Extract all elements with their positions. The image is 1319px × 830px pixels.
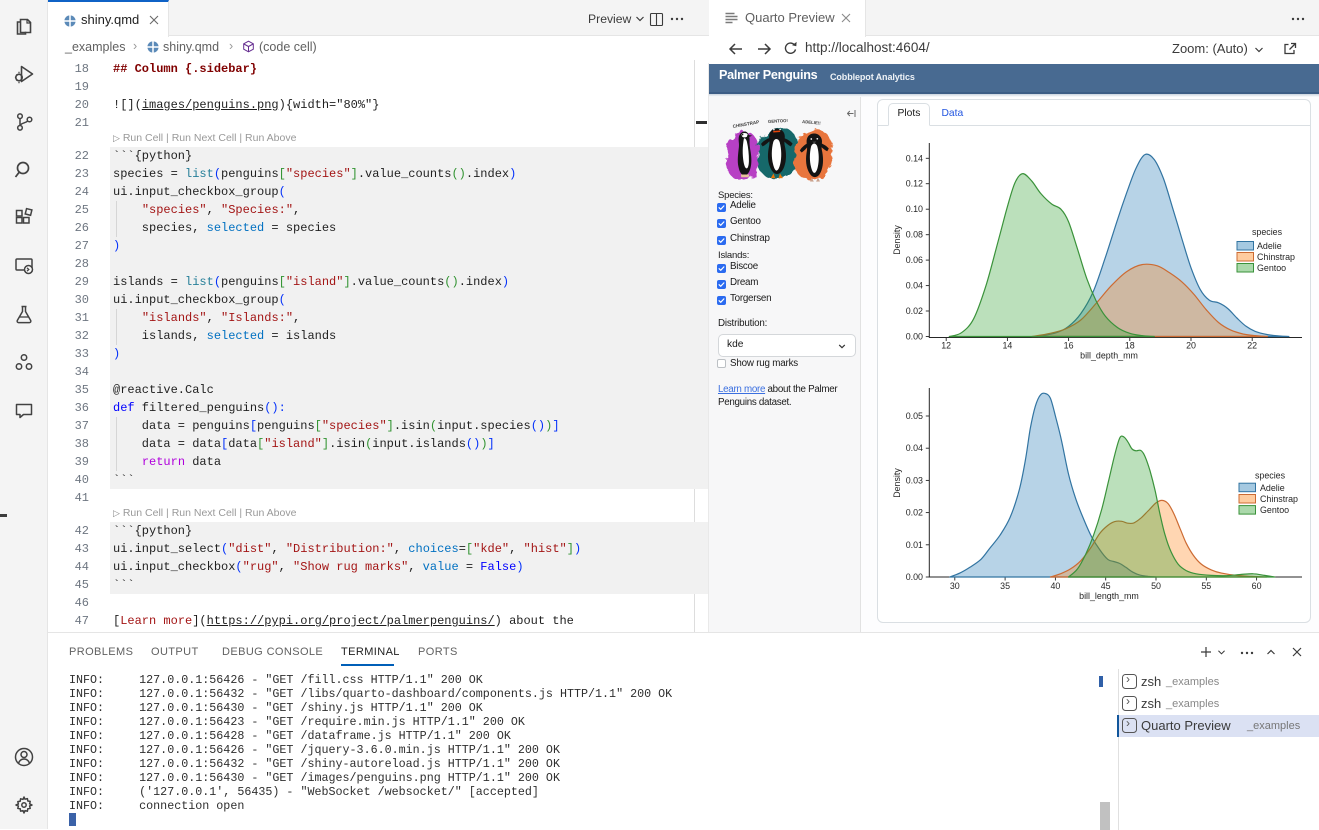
svg-text:35: 35 (1000, 581, 1010, 591)
svg-text:0.04: 0.04 (906, 443, 923, 453)
svg-text:0.05: 0.05 (906, 411, 923, 421)
svg-text:GENTOO!: GENTOO! (768, 118, 789, 124)
svg-text:30: 30 (950, 581, 960, 591)
svg-text:18: 18 (1125, 341, 1135, 351)
svg-text:Gentoo: Gentoo (1260, 505, 1289, 515)
svg-text:0.02: 0.02 (906, 508, 923, 518)
svg-text:0.00: 0.00 (906, 572, 923, 582)
svg-text:55: 55 (1201, 581, 1211, 591)
svg-text:Adelie: Adelie (1260, 483, 1285, 493)
svg-text:0.02: 0.02 (906, 306, 923, 316)
svg-text:0.03: 0.03 (906, 475, 923, 485)
svg-text:Density: Density (892, 468, 902, 498)
svg-text:60: 60 (1252, 581, 1262, 591)
svg-text:0.06: 0.06 (906, 255, 923, 265)
svg-text:bill_depth_mm: bill_depth_mm (1080, 351, 1138, 361)
svg-text:Chinstrap: Chinstrap (1257, 252, 1295, 262)
svg-text:ADELIE!!: ADELIE!! (802, 119, 822, 126)
svg-text:40: 40 (1050, 581, 1060, 591)
svg-text:14: 14 (1002, 341, 1012, 351)
svg-text:Adelie: Adelie (1257, 241, 1282, 251)
svg-text:0.14: 0.14 (906, 153, 923, 163)
svg-text:50: 50 (1151, 581, 1161, 591)
svg-text:bill_length_mm: bill_length_mm (1079, 591, 1139, 601)
svg-text:0.00: 0.00 (906, 332, 923, 342)
svg-text:20: 20 (1186, 341, 1196, 351)
svg-text:0.01: 0.01 (906, 540, 923, 550)
svg-text:species: species (1252, 227, 1283, 237)
svg-text:Density: Density (892, 225, 902, 255)
svg-text:0.12: 0.12 (906, 179, 923, 189)
svg-text:22: 22 (1247, 341, 1257, 351)
svg-text:12: 12 (941, 341, 951, 351)
svg-text:45: 45 (1101, 581, 1111, 591)
svg-text:Chinstrap: Chinstrap (1260, 494, 1298, 504)
svg-text:CHINSTRAP: CHINSTRAP (732, 119, 759, 129)
svg-text:species: species (1255, 471, 1286, 481)
svg-text:16: 16 (1064, 341, 1074, 351)
svg-text:Gentoo: Gentoo (1257, 263, 1286, 273)
svg-text:0.10: 0.10 (906, 204, 923, 214)
svg-text:0.04: 0.04 (906, 281, 923, 291)
svg-text:0.08: 0.08 (906, 230, 923, 240)
